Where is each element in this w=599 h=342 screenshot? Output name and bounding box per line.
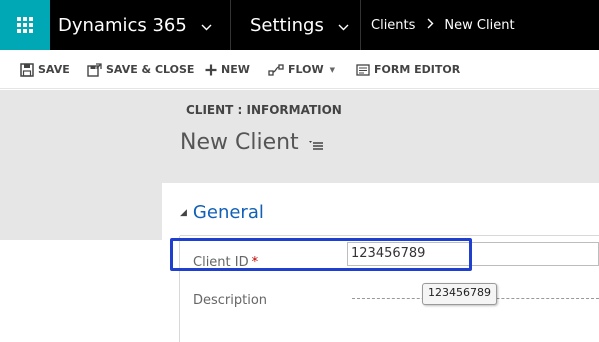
form-editor-button[interactable]: FORM EDITOR bbox=[356, 50, 460, 89]
form-body: ◢ General Client ID * 123456789 Descripti… bbox=[162, 183, 599, 342]
save-close-button[interactable]: SAVE & CLOSE bbox=[87, 50, 194, 89]
breadcrumb-current[interactable]: New Client bbox=[444, 18, 514, 33]
new-button[interactable]: NEW bbox=[205, 50, 250, 89]
app-name: Dynamics 365 bbox=[58, 14, 187, 36]
command-bar: SAVE SAVE & CLOSE NEW FLOW ▼ FORM EDITOR bbox=[0, 50, 599, 89]
area-name: Settings bbox=[250, 14, 324, 36]
app-launcher-button[interactable] bbox=[0, 0, 50, 50]
form-editor-label: FORM EDITOR bbox=[374, 63, 461, 76]
plus-icon bbox=[205, 64, 217, 75]
form-selector-icon[interactable] bbox=[308, 132, 323, 157]
form-editor-icon bbox=[356, 63, 370, 76]
area-switcher[interactable]: Settings bbox=[230, 0, 360, 50]
record-title: New Client bbox=[180, 128, 323, 157]
collapse-triangle-icon[interactable]: ◢ bbox=[180, 208, 187, 218]
left-pane bbox=[0, 240, 162, 342]
top-nav-bar: Dynamics 365 Settings Clients New Client bbox=[0, 0, 599, 50]
caret-down-icon: ▼ bbox=[329, 65, 336, 74]
new-label: NEW bbox=[221, 63, 250, 76]
save-button[interactable]: SAVE bbox=[20, 50, 70, 89]
chevron-down-icon bbox=[338, 15, 349, 36]
flow-icon bbox=[268, 63, 284, 76]
section-general-header[interactable]: ◢ General bbox=[180, 202, 264, 223]
app-switcher[interactable]: Dynamics 365 bbox=[50, 0, 230, 50]
chevron-down-icon bbox=[201, 15, 212, 36]
highlight-box bbox=[170, 238, 472, 271]
field-tooltip: 123456789 bbox=[422, 283, 497, 305]
save-label: SAVE bbox=[38, 63, 70, 76]
waffle-icon bbox=[17, 17, 33, 33]
breadcrumb: Clients New Client bbox=[360, 0, 515, 50]
flow-label: FLOW bbox=[288, 63, 324, 76]
flow-button[interactable]: FLOW ▼ bbox=[268, 50, 335, 89]
description-label: Description bbox=[193, 293, 268, 308]
save-close-label: SAVE & CLOSE bbox=[106, 63, 195, 76]
record-title-text: New Client bbox=[180, 130, 299, 155]
save-close-icon bbox=[87, 62, 102, 77]
breadcrumb-parent[interactable]: Clients bbox=[371, 18, 415, 33]
entity-form-label[interactable]: CLIENT : INFORMATION bbox=[186, 103, 342, 117]
save-icon bbox=[20, 62, 34, 77]
chevron-right-icon bbox=[427, 17, 434, 33]
section-divider bbox=[180, 235, 599, 236]
section-title: General bbox=[192, 202, 264, 223]
